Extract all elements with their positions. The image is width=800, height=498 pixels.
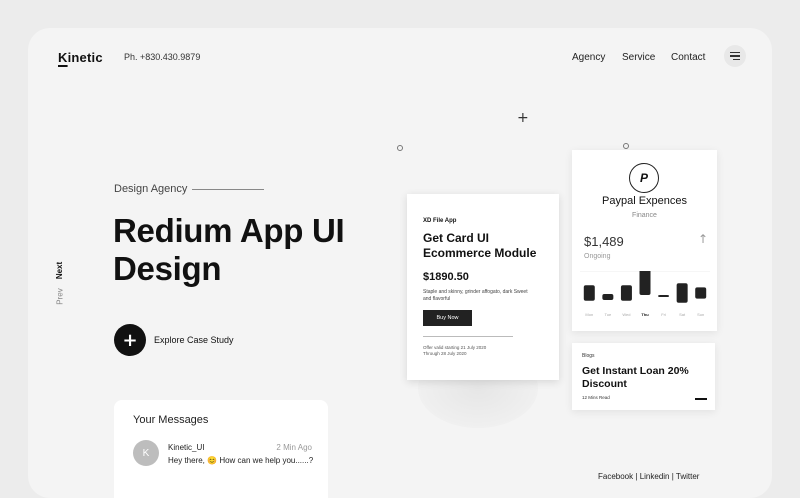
chart-tick-label: Fri bbox=[661, 312, 666, 317]
message-text[interactable]: Hey there, 😊 How can we help you......? bbox=[168, 456, 313, 465]
blog-category: Blogs bbox=[582, 353, 595, 359]
chart-bar bbox=[602, 294, 614, 300]
next-button[interactable]: Next bbox=[55, 262, 64, 279]
blog-title[interactable]: Get Instant Loan 20% Discount bbox=[582, 365, 712, 391]
buy-now-button[interactable]: Buy Now bbox=[423, 310, 472, 326]
brand-logo[interactable]: Kinetic bbox=[58, 50, 103, 65]
messages-title: Your Messages bbox=[133, 414, 209, 426]
hamburger-line bbox=[730, 52, 740, 54]
chart-tick-label: Sun bbox=[697, 312, 704, 317]
chart-bar bbox=[620, 285, 632, 301]
hero-title-line2: Design bbox=[113, 250, 222, 287]
circle-decoration-icon bbox=[623, 143, 629, 149]
message-time: 2 Min Ago bbox=[276, 443, 312, 452]
chart-tick-label: Thu bbox=[641, 312, 649, 317]
message-sender[interactable]: Kinetic_UI bbox=[168, 443, 204, 452]
page-frame: Kinetic Ph. +830.430.9879 Agency Service… bbox=[28, 28, 772, 498]
product-divider bbox=[423, 336, 513, 337]
explore-case-study-button[interactable]: + Explore Case Study bbox=[114, 324, 234, 356]
messages-panel: Your Messages K Kinetic_UI 2 Min Ago Hey… bbox=[114, 400, 328, 498]
chart-tick-label: Tue bbox=[604, 312, 612, 317]
prev-button[interactable]: Prev bbox=[56, 288, 65, 304]
circle-decoration-icon bbox=[397, 145, 403, 151]
hero-title: Redium App UI Design bbox=[113, 212, 345, 288]
blog-card[interactable]: Blogs Get Instant Loan 20% Discount 12 M… bbox=[572, 343, 715, 410]
product-price: $1890.50 bbox=[423, 271, 469, 283]
hero-title-line1: Redium App UI bbox=[113, 212, 345, 249]
chart-tick-label: Mon bbox=[585, 312, 593, 317]
chart-bar bbox=[658, 295, 670, 297]
plus-decoration-icon: + bbox=[517, 110, 529, 126]
product-card[interactable]: XD File App Get Card UI Ecommerce Module… bbox=[407, 194, 559, 380]
chart-tick-label: Sat bbox=[679, 312, 686, 317]
product-tag: XD File App bbox=[423, 218, 457, 224]
paypal-expenses-card[interactable]: P Paypal Expences Finance $1,489 ↑ Ongoi… bbox=[572, 150, 717, 331]
hero-eyebrow: Design Agency bbox=[114, 183, 265, 195]
paypal-amount: $1,489 bbox=[584, 234, 624, 249]
plus-icon[interactable]: + bbox=[114, 324, 146, 356]
hamburger-line bbox=[730, 55, 740, 57]
logo-initial: K bbox=[58, 50, 68, 65]
phone-number: Ph. +830.430.9879 bbox=[124, 52, 201, 62]
chart-bar bbox=[583, 285, 595, 301]
slider-pager: Next Prev bbox=[38, 246, 80, 305]
chart-bar bbox=[695, 287, 707, 299]
chart-bar bbox=[639, 271, 651, 295]
nav-service[interactable]: Service bbox=[622, 52, 655, 63]
expenses-bar-chart: Mon Tue Wed Thu Fri Sat Sun bbox=[580, 271, 710, 317]
nav-agency[interactable]: Agency bbox=[572, 52, 605, 63]
product-offer: Offer valid starting 21 July 2020 Throug… bbox=[423, 345, 486, 357]
paypal-logo-icon: P bbox=[629, 163, 659, 193]
explore-label[interactable]: Explore Case Study bbox=[154, 335, 234, 345]
paypal-status: Ongoing bbox=[584, 253, 611, 260]
nav-contact[interactable]: Contact bbox=[671, 52, 705, 63]
logo-rest: inetic bbox=[67, 50, 103, 65]
hamburger-line bbox=[733, 58, 740, 60]
chart-bar bbox=[676, 283, 688, 303]
paypal-subtitle: Finance bbox=[632, 212, 657, 219]
eyebrow-divider bbox=[192, 188, 265, 190]
paypal-title: Paypal Expences bbox=[602, 195, 687, 207]
chart-tick-label: Wed bbox=[622, 312, 630, 317]
arrow-up-icon: ↑ bbox=[697, 232, 708, 246]
blog-indicator bbox=[695, 398, 707, 400]
eyebrow-text: Design Agency bbox=[114, 183, 188, 195]
hamburger-menu-button[interactable] bbox=[724, 45, 746, 67]
blog-read-time: 12 Mins Read bbox=[582, 395, 610, 400]
product-title: Get Card UI Ecommerce Module bbox=[423, 231, 537, 260]
avatar[interactable]: K bbox=[133, 440, 159, 466]
offer-line2: Through 28 July 2020 bbox=[423, 351, 467, 356]
product-description: Staple and skinny, grinder affogato, dar… bbox=[423, 289, 528, 302]
